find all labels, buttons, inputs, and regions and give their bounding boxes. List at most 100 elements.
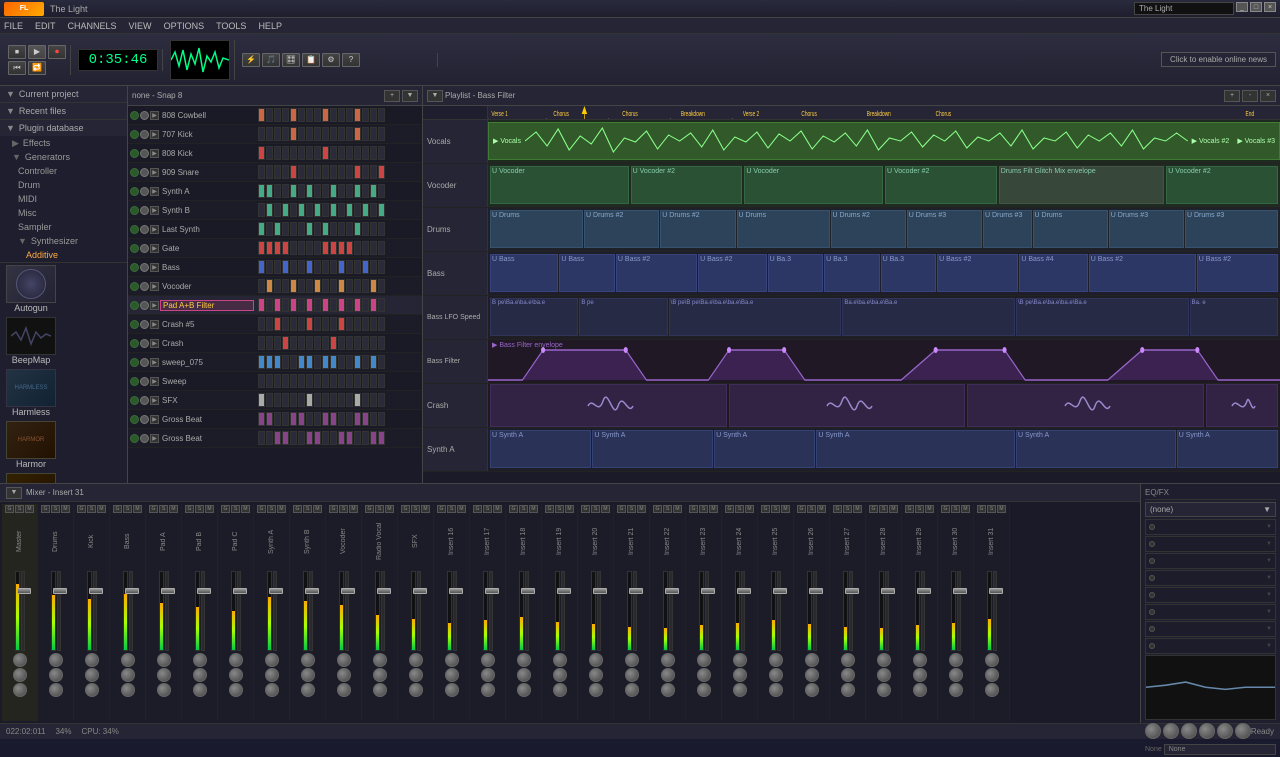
fader-track[interactable] xyxy=(57,571,61,651)
seq-step[interactable] xyxy=(290,298,297,312)
mixer-btn-s[interactable]: S xyxy=(591,505,600,513)
seq-step[interactable] xyxy=(258,431,265,445)
channel-knob-1[interactable] xyxy=(697,668,711,682)
mixer-btn-m[interactable]: M xyxy=(889,505,898,513)
seq-step[interactable] xyxy=(370,374,377,388)
seq-step[interactable] xyxy=(282,184,289,198)
seq-solo-btn[interactable] xyxy=(140,225,149,234)
mixer-btn-m[interactable]: M xyxy=(97,505,106,513)
seq-step[interactable] xyxy=(314,431,321,445)
mixer-btn-s[interactable]: S xyxy=(915,505,924,513)
seq-step[interactable] xyxy=(290,203,297,217)
mixer-btn-s[interactable]: S xyxy=(951,505,960,513)
fader-knob[interactable] xyxy=(485,588,499,594)
seq-step[interactable] xyxy=(322,108,329,122)
seq-step[interactable] xyxy=(274,260,281,274)
channel-knob-0[interactable] xyxy=(121,653,135,667)
seq-step[interactable] xyxy=(266,241,273,255)
seq-mute-btn[interactable] xyxy=(130,320,139,329)
seq-step[interactable] xyxy=(274,203,281,217)
right-knob-2[interactable] xyxy=(1181,723,1197,739)
seq-step[interactable] xyxy=(354,355,361,369)
seq-step[interactable] xyxy=(370,260,377,274)
seq-step[interactable] xyxy=(258,203,265,217)
fader-knob[interactable] xyxy=(449,588,463,594)
seq-preview-btn[interactable]: ▶ xyxy=(150,149,159,158)
seq-step[interactable] xyxy=(330,203,337,217)
mixer-btn-g[interactable]: G xyxy=(5,505,14,513)
seq-step[interactable] xyxy=(306,412,313,426)
seq-step[interactable] xyxy=(290,146,297,160)
seq-step[interactable] xyxy=(314,127,321,141)
mixer-btn-g[interactable]: G xyxy=(653,505,662,513)
seq-step[interactable] xyxy=(282,393,289,407)
seq-step[interactable] xyxy=(378,260,385,274)
seq-step[interactable] xyxy=(314,222,321,236)
seq-step[interactable] xyxy=(298,241,305,255)
seq-step[interactable] xyxy=(298,165,305,179)
mixer-btn-m[interactable]: M xyxy=(925,505,934,513)
seq-step[interactable] xyxy=(378,374,385,388)
seq-mute-btn[interactable] xyxy=(130,168,139,177)
mixer-btn-s[interactable]: S xyxy=(339,505,348,513)
seq-step[interactable] xyxy=(298,374,305,388)
channel-knob-1[interactable] xyxy=(769,668,783,682)
fx-slot[interactable]: ▼ xyxy=(1145,587,1276,603)
seq-mute-btn[interactable] xyxy=(130,339,139,348)
seq-step[interactable] xyxy=(290,165,297,179)
loop-btn[interactable]: 🔁 xyxy=(28,61,46,75)
seq-step[interactable] xyxy=(322,374,329,388)
fader-knob[interactable] xyxy=(557,588,571,594)
seq-step[interactable] xyxy=(314,393,321,407)
fader-knob[interactable] xyxy=(17,588,31,594)
fader-knob[interactable] xyxy=(737,588,751,594)
seq-step[interactable] xyxy=(290,260,297,274)
channel-knob-1[interactable] xyxy=(373,668,387,682)
seq-solo-btn[interactable] xyxy=(140,396,149,405)
seq-step[interactable] xyxy=(338,127,345,141)
mixer-btn-m[interactable]: M xyxy=(637,505,646,513)
channel-knob-1[interactable] xyxy=(517,668,531,682)
seq-step[interactable] xyxy=(258,165,265,179)
seq-step[interactable] xyxy=(306,374,313,388)
channel-knob-0[interactable] xyxy=(985,653,999,667)
fader-track[interactable] xyxy=(669,571,673,651)
seq-step[interactable] xyxy=(290,317,297,331)
seq-step[interactable] xyxy=(362,241,369,255)
mixer-btn-g[interactable]: G xyxy=(221,505,230,513)
seq-step[interactable] xyxy=(322,260,329,274)
channel-knob-1[interactable] xyxy=(949,668,963,682)
channel-knob-1[interactable] xyxy=(733,668,747,682)
toolbar-btn-6[interactable]: ? xyxy=(342,53,360,67)
seq-step[interactable] xyxy=(338,393,345,407)
mixer-btn-g[interactable]: G xyxy=(977,505,986,513)
seq-step[interactable] xyxy=(282,260,289,274)
fader-knob[interactable] xyxy=(665,588,679,594)
fader-track[interactable] xyxy=(993,571,997,651)
seq-step[interactable] xyxy=(298,184,305,198)
seq-step[interactable] xyxy=(290,108,297,122)
plugin-item-autogun[interactable]: Autogun xyxy=(0,263,127,315)
seq-step[interactable] xyxy=(298,393,305,407)
channel-knob-1[interactable] xyxy=(661,668,675,682)
mixer-btn-m[interactable]: M xyxy=(133,505,142,513)
fader-knob[interactable] xyxy=(809,588,823,594)
channel-knob-0[interactable] xyxy=(517,653,531,667)
seq-step[interactable] xyxy=(346,184,353,198)
channel-knob-1[interactable] xyxy=(265,668,279,682)
fader-knob[interactable] xyxy=(377,588,391,594)
playlist-zoom-out[interactable]: - xyxy=(1242,90,1258,102)
seq-step[interactable] xyxy=(266,184,273,198)
seq-step[interactable] xyxy=(330,393,337,407)
seq-step[interactable] xyxy=(362,412,369,426)
fader-track[interactable] xyxy=(201,571,205,651)
minimize-btn[interactable]: _ xyxy=(1236,2,1248,12)
mixer-btn-s[interactable]: S xyxy=(627,505,636,513)
seq-step[interactable] xyxy=(330,298,337,312)
fader-knob[interactable] xyxy=(89,588,103,594)
fader-track[interactable] xyxy=(957,571,961,651)
mixer-btn-s[interactable]: S xyxy=(699,505,708,513)
seq-step[interactable] xyxy=(362,127,369,141)
seq-step[interactable] xyxy=(258,317,265,331)
seq-step[interactable] xyxy=(370,127,377,141)
